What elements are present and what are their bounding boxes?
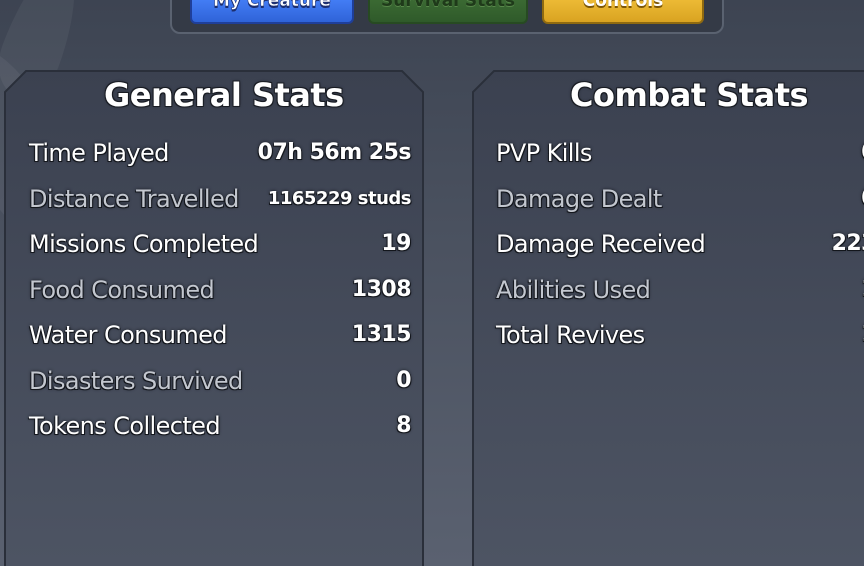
stat-row-abilities-used: Abilities Used 1: [496, 275, 864, 305]
stat-value: 07h 56m 25s: [257, 140, 412, 165]
stat-row-pvp-kills: PVP Kills 0: [496, 138, 864, 168]
stat-value: 1308: [351, 277, 412, 302]
stat-row-time-played: Time Played 07h 56m 25s: [29, 138, 412, 168]
stat-label: Missions Completed: [29, 230, 259, 258]
stat-label: Damage Received: [496, 230, 706, 258]
stat-value: 1165229 studs: [267, 188, 412, 209]
stat-row-water-consumed: Water Consumed 1315: [29, 320, 412, 350]
stat-row-damage-received: Damage Received 223: [496, 229, 864, 259]
stat-label: Disasters Survived: [29, 367, 243, 395]
stat-label: Time Played: [29, 139, 169, 167]
stat-label: Food Consumed: [29, 276, 215, 304]
tab-bar: My Creature Survival Stats Controls: [170, 0, 724, 34]
stat-label: PVP Kills: [496, 139, 592, 167]
stat-label: Tokens Collected: [29, 412, 221, 440]
stat-row-tokens-collected: Tokens Collected 8: [29, 411, 411, 441]
tab-my-creature[interactable]: My Creature: [190, 0, 354, 24]
combat-stats-title: Combat Stats: [570, 76, 809, 114]
stat-row-food-consumed: Food Consumed 1308: [29, 275, 412, 305]
stat-row-distance-travelled: Distance Travelled 1165229 studs: [29, 184, 412, 214]
stat-value: 8: [396, 413, 411, 438]
stat-row-damage-dealt: Damage Dealt 0: [496, 184, 864, 214]
stat-label: Damage Dealt: [496, 185, 662, 213]
stat-label: Total Revives: [496, 321, 645, 349]
tab-controls[interactable]: Controls: [542, 0, 704, 24]
stat-label: Abilities Used: [496, 276, 651, 304]
stat-row-disasters-survived: Disasters Survived 0: [29, 366, 411, 396]
stat-value: 0: [396, 368, 411, 393]
stat-label: Water Consumed: [29, 321, 228, 349]
stat-label: Distance Travelled: [29, 185, 239, 213]
stat-value: 1315: [351, 322, 412, 347]
stat-value: 223: [831, 231, 864, 256]
general-stats-title: General Stats: [104, 76, 344, 114]
stat-value: 19: [381, 231, 411, 256]
stat-row-total-revives: Total Revives 1: [496, 320, 864, 350]
tab-survival-stats[interactable]: Survival Stats: [368, 0, 528, 24]
stat-row-missions-completed: Missions Completed 19: [29, 229, 411, 259]
